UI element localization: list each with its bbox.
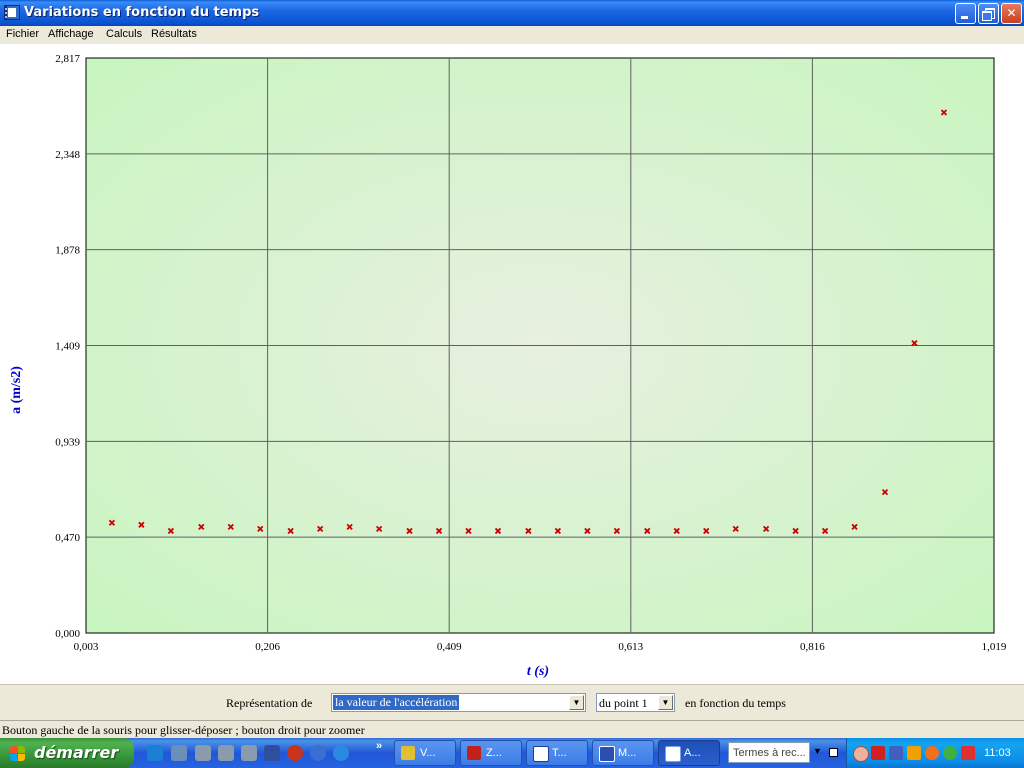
search-placeholder: Termes à rec... [733,747,806,759]
ie-quicklaunch-icon[interactable] [147,745,163,761]
task-button-a[interactable]: A... [658,740,720,766]
ie2-quicklaunch-icon[interactable] [333,745,349,761]
x-tick-label: 0,816 [800,641,825,653]
representation-label: Représentation de [226,696,313,710]
x-tick-labels: 0,003 0,206 0,409 0,613 0,816 1,019 [74,641,1007,653]
task-label: Z... [486,747,502,759]
task-label: V... [420,747,436,759]
status-text: Bouton gauche de la souris pour glisser-… [2,723,365,737]
chart-panel[interactable]: 0,000 0,470 0,939 1,409 1,878 2,348 2,817 0,00… [0,44,1024,684]
acrobat-tray-icon[interactable] [961,746,975,760]
x-tick-label: 0,613 [618,641,643,653]
minimize-button[interactable] [955,3,976,24]
folder-icon [401,746,415,760]
media-player-quicklaunch-icon[interactable] [310,745,326,761]
network-tray-icon[interactable] [889,746,903,760]
close-button[interactable]: ✕ [1001,3,1022,24]
y-tick-label: 0,470 [55,532,80,544]
menu-bar: Fichier Affichage Calculs Résultats [0,26,1024,44]
windows-flag-icon [10,746,26,762]
x-tick-label: 0,003 [74,641,99,653]
menu-fichier[interactable]: Fichier [6,28,39,40]
user2-quicklaunch-icon[interactable] [218,745,234,761]
quantity-select-value: la valeur de l'accélération [333,695,460,710]
menu-resultats[interactable]: Résultats [151,28,197,40]
zonealarm-icon [467,746,481,760]
quicklaunch-more-icon[interactable]: » [376,740,382,752]
start-button[interactable]: démarrer [0,738,134,768]
app-window-icon [599,746,615,762]
representation-controls: Représentation de la valeur de l'accélér… [0,684,1024,721]
app-film-icon[interactable] [4,5,20,20]
y-tick-label: 0,000 [55,628,80,640]
y-tick-label: 1,878 [55,245,80,257]
restore-button[interactable] [978,3,999,24]
firefox-quicklaunch-icon[interactable] [287,745,303,761]
x-tick-label: 0,409 [437,641,462,653]
y-tick-label: 0,939 [55,436,80,448]
security-tray-icon[interactable] [907,746,921,760]
y-tick-labels: 0,000 0,470 0,939 1,409 1,878 2,348 2,817 [55,53,80,640]
update-tray-icon[interactable] [943,746,957,760]
window-title: Variations en fonction du temps [24,5,260,20]
x-tick-label: 0,206 [255,641,280,653]
messenger-tray-icon[interactable] [925,746,939,760]
y-tick-label: 2,817 [55,53,80,65]
y-tick-label: 1,409 [55,341,80,353]
status-bar: Bouton gauche de la souris pour glisser-… [0,720,1024,739]
point-select-value: du point 1 [599,696,648,710]
menu-calculs[interactable]: Calculs [106,28,142,40]
minimize-icon [961,16,968,19]
point-select[interactable]: du point 1 ▼ [596,693,675,712]
word-icon [533,746,549,762]
task-label: T... [552,747,567,759]
task-button-v[interactable]: V... [394,740,456,766]
y-tick-label: 2,348 [55,149,80,161]
menu-affichage[interactable]: Affichage [48,28,94,40]
y-axis-label: a (m/s2) [9,366,24,414]
close-icon: ✕ [1006,6,1017,20]
window-icon [665,746,681,762]
task-button-m[interactable]: M... [592,740,654,766]
task-label: M... [618,747,637,759]
taskbar-search-input[interactable]: Termes à rec... [728,742,810,763]
chevron-down-icon[interactable]: ▼ [569,695,584,710]
tray-collapse-icon[interactable] [853,746,869,762]
function-of-time-label: en fonction du temps [685,696,786,710]
start-label: démarrer [34,743,119,762]
user-quicklaunch-icon[interactable] [195,745,211,761]
title-bar[interactable]: Variations en fonction du temps ✕ [0,0,1024,26]
network-quicklaunch-icon[interactable] [264,745,280,761]
task-button-t[interactable]: T... [526,740,588,766]
printer-quicklaunch-icon[interactable] [171,745,187,761]
x-tick-label: 1,019 [982,641,1007,653]
zonealarm-tray-icon[interactable] [871,746,885,760]
acceleration-chart[interactable]: 0,000 0,470 0,939 1,409 1,878 2,348 2,817 0,00… [0,44,1024,684]
x-axis-label: t (s) [527,664,549,679]
clock: 11:03 [984,747,1011,759]
task-label: A... [684,747,701,759]
restore-icon-back [982,11,992,21]
search-dropdown-icon[interactable]: ▼ [813,746,822,756]
desktop-toggle-icon[interactable] [829,748,838,757]
chevron-down-icon[interactable]: ▼ [658,695,673,710]
quantity-select[interactable]: la valeur de l'accélération ▼ [331,693,586,712]
user3-quicklaunch-icon[interactable] [241,745,257,761]
task-button-z[interactable]: Z... [460,740,522,766]
